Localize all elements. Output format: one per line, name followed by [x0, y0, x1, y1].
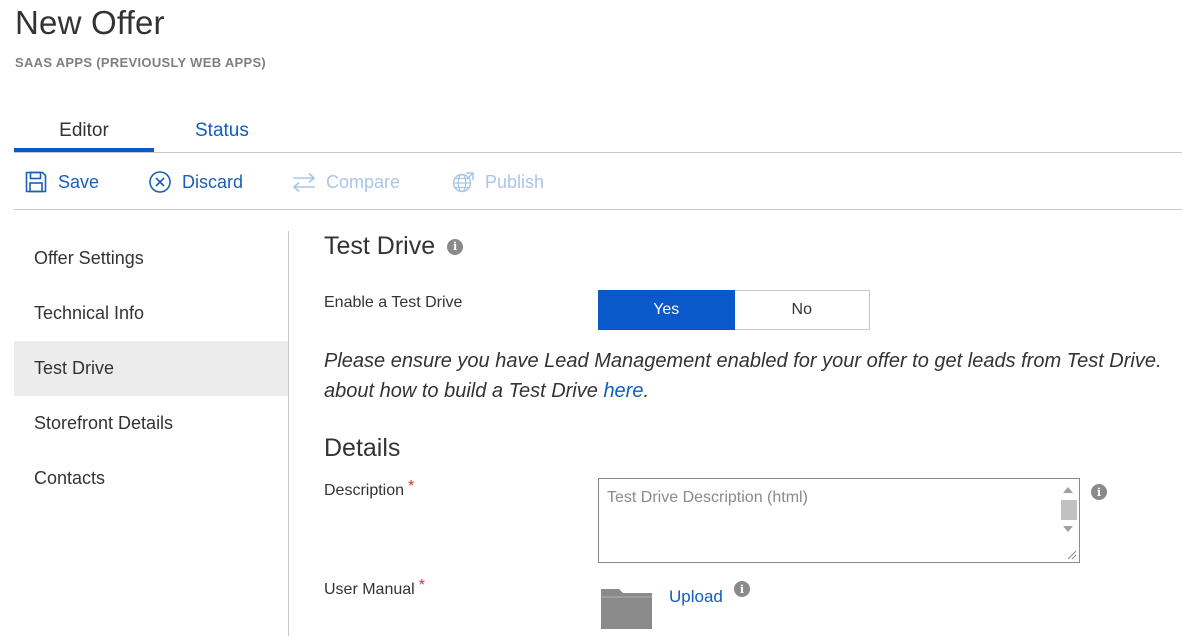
- scroll-thumb[interactable]: [1061, 500, 1077, 520]
- enable-test-drive-toggle: Yes No: [598, 290, 870, 330]
- publish-button[interactable]: Publish: [451, 168, 544, 196]
- compare-icon: [292, 170, 316, 194]
- toggle-yes-option[interactable]: Yes: [598, 290, 735, 330]
- scroll-down-arrow-icon[interactable]: [1063, 526, 1073, 532]
- description-field: [598, 478, 1080, 563]
- section-title-text: Test Drive: [324, 232, 436, 260]
- sidebar-item-label: Offer Settings: [34, 248, 144, 268]
- details-title: Details: [324, 434, 401, 462]
- tabs-divider: [14, 152, 1182, 153]
- toolbar-divider: [14, 209, 1182, 210]
- discard-label: Discard: [182, 171, 244, 192]
- sidebar-item-technical-info[interactable]: Technical Info: [14, 286, 288, 341]
- resize-grip-icon[interactable]: [1067, 550, 1077, 560]
- sidebar-divider: [288, 231, 289, 636]
- folder-icon[interactable]: [601, 585, 652, 629]
- required-marker: *: [418, 577, 425, 594]
- publish-label: Publish: [485, 171, 545, 192]
- enable-test-drive-label: Enable a Test Drive: [324, 294, 463, 311]
- page-subtitle: SAAS APPS (PREVIOUSLY WEB APPS): [15, 55, 267, 70]
- here-link[interactable]: here: [603, 380, 643, 402]
- info-icon[interactable]: i: [447, 238, 464, 255]
- sidebar-item-offer-settings[interactable]: Offer Settings: [14, 231, 288, 286]
- sidebar-item-label: Storefront Details: [34, 413, 174, 433]
- upload-link[interactable]: Upload: [669, 587, 723, 607]
- notice-line-2-text: about how to build a Test Drive: [324, 380, 604, 402]
- compare-button[interactable]: Compare: [292, 168, 400, 196]
- compare-label: Compare: [326, 171, 401, 192]
- discard-icon: [148, 170, 172, 194]
- tab-status[interactable]: Status: [195, 120, 249, 142]
- sidebar-item-label: Test Drive: [34, 358, 115, 378]
- lead-management-notice: Please ensure you have Lead Management e…: [324, 346, 1182, 406]
- toggle-no-option[interactable]: No: [735, 291, 870, 329]
- save-button[interactable]: Save: [24, 168, 99, 196]
- notice-line-1: Please ensure you have Lead Management e…: [324, 350, 1162, 372]
- save-icon: [24, 170, 48, 194]
- tab-editor[interactable]: Editor: [14, 120, 154, 142]
- sidebar-item-label: Technical Info: [34, 303, 145, 323]
- scroll-up-arrow-icon[interactable]: [1063, 487, 1073, 493]
- user-manual-info-icon[interactable]: i: [734, 581, 750, 597]
- publish-icon: [451, 170, 475, 194]
- sidebar-item-label: Contacts: [34, 468, 106, 488]
- description-label: Description: [324, 482, 405, 499]
- user-manual-label-row: User Manual *: [324, 577, 425, 599]
- notice-line-2: about how to build a Test Drive here.: [324, 376, 1182, 406]
- description-label-row: Description *: [324, 478, 414, 500]
- user-manual-label: User Manual: [324, 581, 415, 598]
- description-info-icon[interactable]: i: [1091, 484, 1107, 500]
- required-marker: *: [408, 478, 415, 495]
- sidebar-item-test-drive[interactable]: Test Drive: [14, 341, 288, 396]
- sidebar-item-contacts[interactable]: Contacts: [14, 451, 288, 506]
- section-title-test-drive: Test Drive i: [324, 232, 464, 261]
- sidebar-item-storefront-details[interactable]: Storefront Details: [14, 396, 288, 451]
- notice-line-2-suffix: .: [643, 380, 650, 402]
- save-label: Save: [58, 171, 100, 192]
- discard-button[interactable]: Discard: [148, 168, 243, 196]
- page-title: New Offer: [15, 4, 165, 41]
- description-textarea[interactable]: [599, 479, 1054, 562]
